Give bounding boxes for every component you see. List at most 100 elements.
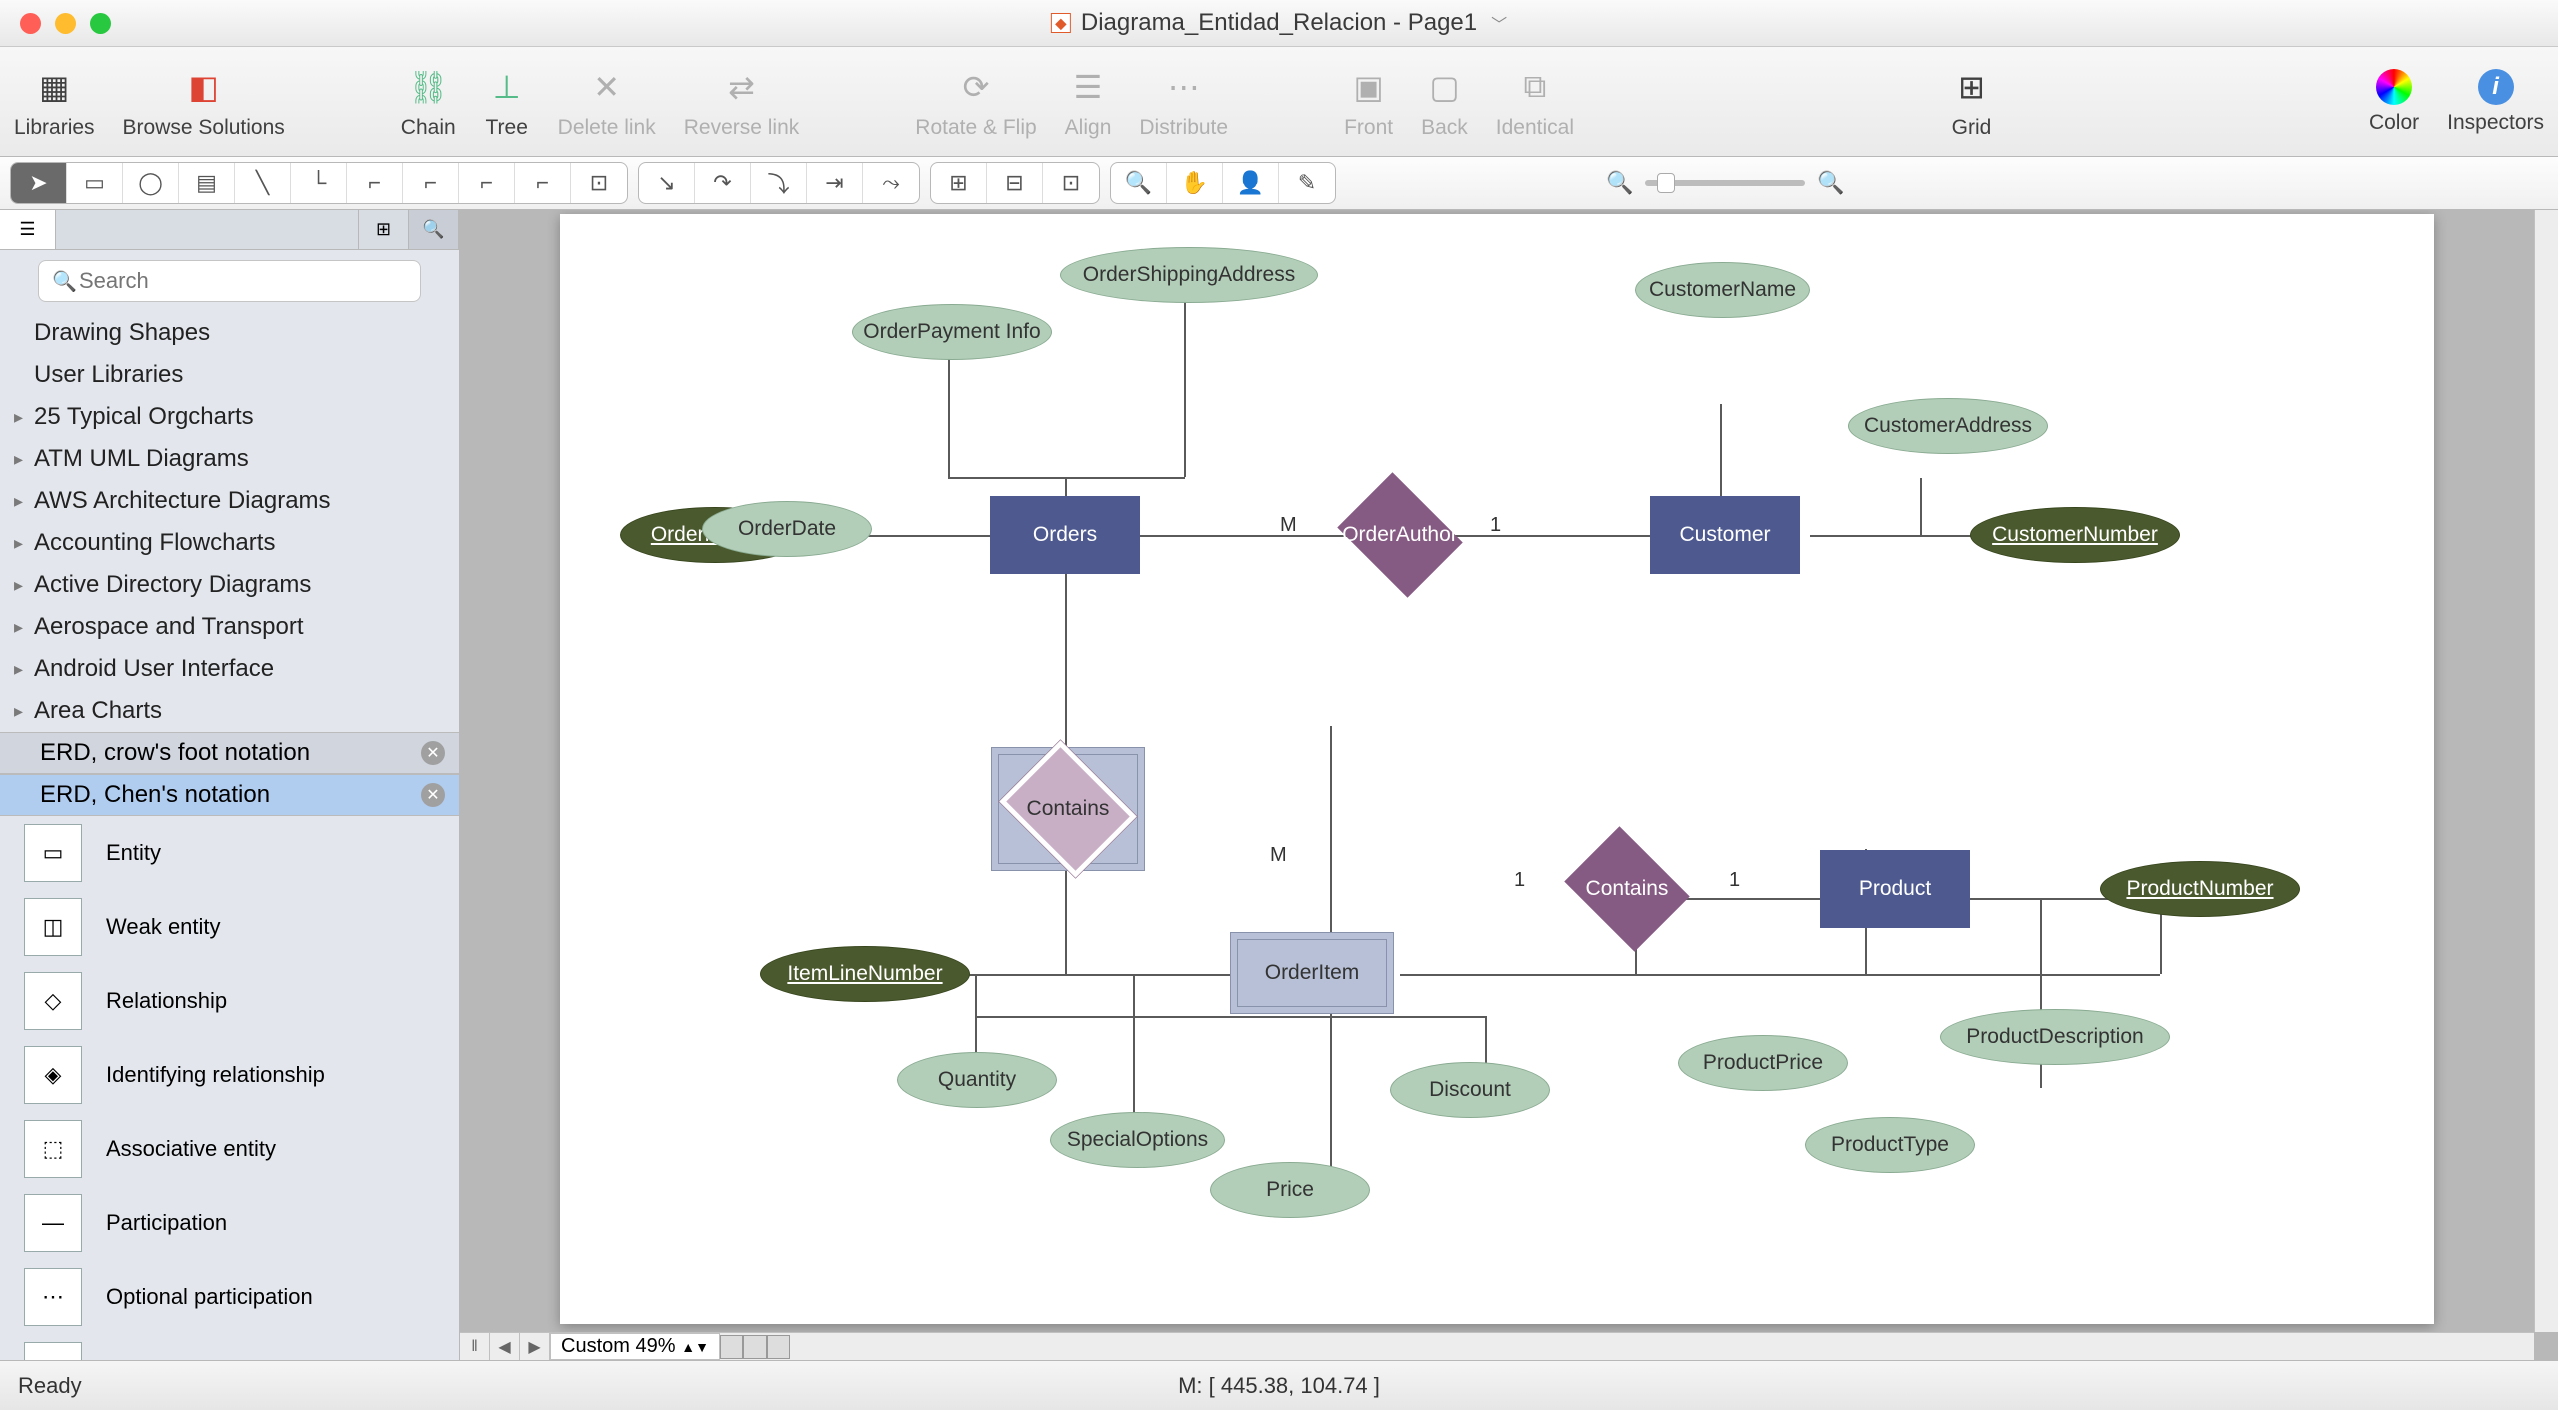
arrow-tool-4[interactable]: ⇥ bbox=[807, 163, 863, 203]
library-search-input[interactable] bbox=[38, 260, 421, 302]
lib-item[interactable]: AWS Architecture Diagrams bbox=[0, 480, 459, 522]
group-tool-2[interactable]: ⊟ bbox=[987, 163, 1043, 203]
inspectors-button[interactable]: iInspectors bbox=[2447, 69, 2544, 135]
ellipse-tool[interactable]: ◯ bbox=[123, 163, 179, 203]
connector-tool-4[interactable]: ⌐ bbox=[515, 163, 571, 203]
connector-tool-3[interactable]: ⌐ bbox=[459, 163, 515, 203]
lib-item[interactable]: Active Directory Diagrams bbox=[0, 564, 459, 606]
shape-identifying-relationship[interactable]: ◈Identifying relationship bbox=[0, 1038, 459, 1112]
lib-item[interactable]: Aerospace and Transport bbox=[0, 606, 459, 648]
connector-tool-2[interactable]: ⌐ bbox=[403, 163, 459, 203]
lib-item[interactable]: ATM UML Diagrams bbox=[0, 438, 459, 480]
grid-button[interactable]: ⊞Grid bbox=[1948, 64, 1994, 140]
arrow-tool-5[interactable]: ⤳ bbox=[863, 163, 919, 203]
rel-contains-2[interactable]: Contains bbox=[1557, 834, 1697, 944]
hand-tool[interactable]: ✋ bbox=[1167, 163, 1223, 203]
attr-producttype[interactable]: ProductType bbox=[1805, 1117, 1975, 1173]
close-window-button[interactable] bbox=[20, 13, 41, 34]
arrow-tool-3[interactable]: ⤵ bbox=[751, 163, 807, 203]
group-tool-3[interactable]: ⊡ bbox=[1043, 163, 1099, 203]
scroll-pause-icon[interactable]: ‖ bbox=[460, 1333, 490, 1360]
title-dropdown-icon[interactable]: ﹀ bbox=[1491, 11, 1507, 35]
pen-tool[interactable]: ✎ bbox=[1279, 163, 1335, 203]
lib-item[interactable]: User Libraries bbox=[0, 354, 459, 396]
close-icon[interactable]: ✕ bbox=[421, 783, 445, 807]
entity-orderitem[interactable]: OrderItem bbox=[1237, 939, 1387, 1007]
text-tool[interactable]: ▤ bbox=[179, 163, 235, 203]
attr-productdescription[interactable]: ProductDescription bbox=[1940, 1009, 2170, 1065]
sidebar-search-tab[interactable]: 🔍 bbox=[409, 210, 459, 249]
lib-item[interactable]: Area Charts bbox=[0, 690, 459, 732]
shape-optional-participation[interactable]: ⋯Optional participation bbox=[0, 1260, 459, 1334]
minimize-window-button[interactable] bbox=[55, 13, 76, 34]
horizontal-scrollbar[interactable]: ‖ ◀ ▶ Custom 49%▲▼ bbox=[460, 1332, 2534, 1360]
shape-recursive-relationship[interactable]: ↺Recursive relationship bbox=[0, 1334, 459, 1360]
entity-product[interactable]: Product bbox=[1820, 850, 1970, 928]
zoom-in-icon[interactable]: 🔍 bbox=[1817, 170, 1844, 196]
attr-customername[interactable]: CustomerName bbox=[1635, 262, 1810, 318]
rel-contains-1[interactable]: Contains bbox=[998, 754, 1138, 864]
rel-orderauthor[interactable]: OrderAuthor bbox=[1330, 480, 1470, 590]
attr-orderdate[interactable]: OrderDate bbox=[702, 501, 872, 557]
attr-orderpayment[interactable]: OrderPayment Info bbox=[852, 304, 1052, 360]
line-tool-1[interactable]: ╲ bbox=[235, 163, 291, 203]
rect-tool[interactable]: ▭ bbox=[67, 163, 123, 203]
lib-item[interactable]: Accounting Flowcharts bbox=[0, 522, 459, 564]
attr-itemlinenumber[interactable]: ItemLineNumber bbox=[760, 946, 970, 1002]
entity-customer[interactable]: Customer bbox=[1650, 496, 1800, 574]
tree-button[interactable]: ⊥Tree bbox=[484, 64, 530, 140]
lib-item[interactable]: Drawing Shapes bbox=[0, 312, 459, 354]
zoom-select[interactable]: Custom 49%▲▼ bbox=[550, 1333, 720, 1360]
page-thumbnails[interactable] bbox=[720, 1335, 790, 1359]
line-tool-2[interactable]: └ bbox=[291, 163, 347, 203]
shape-participation[interactable]: —Participation bbox=[0, 1186, 459, 1260]
shape-associative-entity[interactable]: ⬚Associative entity bbox=[0, 1112, 459, 1186]
scroll-prev-icon[interactable]: ◀ bbox=[490, 1333, 520, 1360]
zoom-out-icon[interactable]: 🔍 bbox=[1606, 170, 1633, 196]
color-button[interactable]: Color bbox=[2369, 69, 2419, 135]
shape-entity[interactable]: ▭Entity bbox=[0, 816, 459, 890]
zoom-slider[interactable] bbox=[1645, 180, 1805, 186]
sidebar: ☰ ⊞ 🔍 🔍 Drawing Shapes User Libraries 25… bbox=[0, 210, 460, 1360]
connector-tool-5[interactable]: ⊡ bbox=[571, 163, 627, 203]
attr-specialoptions[interactable]: SpecialOptions bbox=[1050, 1112, 1225, 1168]
sidebar-tab-tree[interactable]: ☰ bbox=[0, 210, 56, 249]
sidebar-tab-content[interactable] bbox=[56, 210, 359, 249]
arrow-tool-2[interactable]: ↷ bbox=[695, 163, 751, 203]
libraries-button[interactable]: ▦Libraries bbox=[14, 64, 95, 140]
coordinates: M: [ 445.38, 104.74 ] bbox=[1178, 1373, 1380, 1399]
lib-item[interactable]: 25 Typical Orgcharts bbox=[0, 396, 459, 438]
stencil-header-chen[interactable]: ERD, Chen's notation✕ bbox=[0, 774, 459, 816]
shape-weak-entity[interactable]: ◫Weak entity bbox=[0, 890, 459, 964]
zoom-tool[interactable]: 🔍 bbox=[1111, 163, 1167, 203]
lib-item[interactable]: Android User Interface bbox=[0, 648, 459, 690]
entity-orders[interactable]: Orders bbox=[990, 496, 1140, 574]
person-tool[interactable]: 👤 bbox=[1223, 163, 1279, 203]
attr-productnumber[interactable]: ProductNumber bbox=[2100, 861, 2300, 917]
attr-customernumber[interactable]: CustomerNumber bbox=[1970, 507, 2180, 563]
reverse-link-button: ⇄Reverse link bbox=[684, 64, 800, 140]
canvas-area[interactable]: M 1 1 M 1 1 OrderNumber OrderDate OrderP… bbox=[460, 210, 2558, 1360]
close-icon[interactable]: ✕ bbox=[421, 741, 445, 765]
connector-tool-1[interactable]: ⌐ bbox=[347, 163, 403, 203]
browse-solutions-button[interactable]: ◧Browse Solutions bbox=[123, 64, 285, 140]
attr-customeraddress[interactable]: CustomerAddress bbox=[1848, 398, 2048, 454]
info-icon: i bbox=[2478, 69, 2514, 105]
chain-button[interactable]: ⛓Chain bbox=[401, 64, 456, 140]
attr-price[interactable]: Price bbox=[1210, 1162, 1370, 1218]
group-tool-1[interactable]: ⊞ bbox=[931, 163, 987, 203]
vertical-scrollbar[interactable] bbox=[2534, 210, 2558, 1332]
attr-discount[interactable]: Discount bbox=[1390, 1062, 1550, 1118]
sidebar-view-grid[interactable]: ⊞ bbox=[359, 210, 409, 249]
attr-productprice[interactable]: ProductPrice bbox=[1678, 1035, 1848, 1091]
pointer-tool[interactable]: ➤ bbox=[11, 163, 67, 203]
attr-ordershipping[interactable]: OrderShippingAddress bbox=[1060, 247, 1318, 303]
attr-quantity[interactable]: Quantity bbox=[897, 1052, 1057, 1108]
stencil-header-crow[interactable]: ERD, crow's foot notation✕ bbox=[0, 732, 459, 774]
arrow-tool-1[interactable]: ↘ bbox=[639, 163, 695, 203]
library-list[interactable]: Drawing Shapes User Libraries 25 Typical… bbox=[0, 312, 459, 1360]
canvas-page[interactable]: M 1 1 M 1 1 OrderNumber OrderDate OrderP… bbox=[560, 214, 2434, 1324]
shape-relationship[interactable]: ◇Relationship bbox=[0, 964, 459, 1038]
maximize-window-button[interactable] bbox=[90, 13, 111, 34]
scroll-next-icon[interactable]: ▶ bbox=[520, 1333, 550, 1360]
